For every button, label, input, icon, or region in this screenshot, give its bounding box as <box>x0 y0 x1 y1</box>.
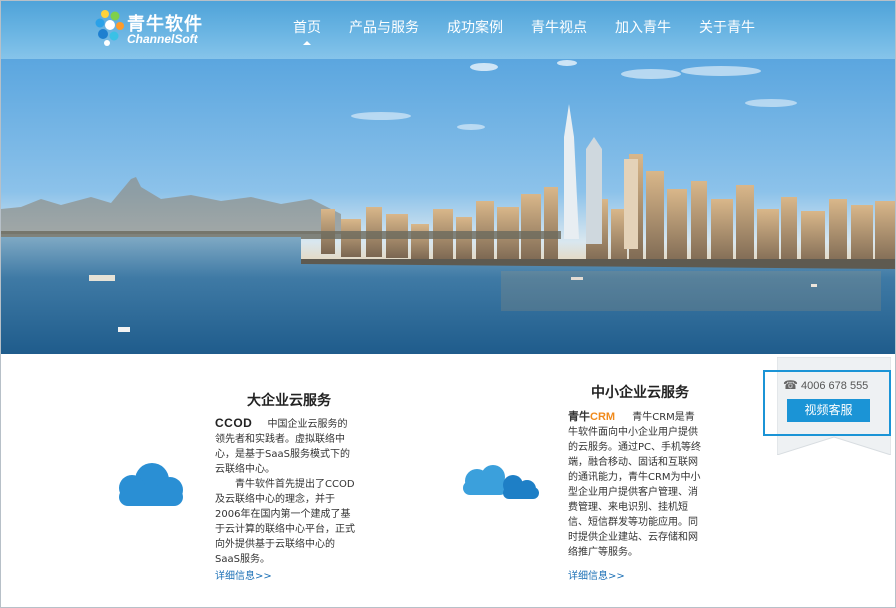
sme-title: 中小企业云服务 <box>591 385 689 401</box>
nav-success-cases[interactable]: 成功案例 <box>433 1 517 59</box>
sme-more-link[interactable]: 详细信息>> <box>568 567 625 582</box>
sme-description: 青牛CRM 青牛CRM是青 牛软件面向中小企业用户提供 的云服务。通过PC、手机… <box>568 411 702 558</box>
phone-number: 4006 678 555 <box>801 380 869 392</box>
site-header: 青牛软件 ChannelSoft 首页 产品与服务 成功案例 青牛视点 加入青牛… <box>1 1 895 59</box>
hero-banner-image <box>1 59 895 354</box>
nav-join-us[interactable]: 加入青牛 <box>601 1 685 59</box>
telephone-icon: ☎ <box>783 378 798 392</box>
large-enterprise-more-link[interactable]: 详细信息>> <box>215 567 272 582</box>
nav-home[interactable]: 首页 <box>279 1 335 59</box>
large-enterprise-title: 大企业云服务 <box>247 393 331 409</box>
large-enterprise-description: CCOD 中国企业云服务的 领先者和实践者。虚拟联络中 心，是基于SaaS服务模… <box>215 416 355 565</box>
logo-mark-icon <box>95 10 124 46</box>
qingniu-crm-brand-logo: 青牛CRM <box>568 411 616 423</box>
ccod-brand-logo: CCOD <box>215 416 253 430</box>
nav-about-us[interactable]: 关于青牛 <box>685 1 769 59</box>
phone-number-row: ☎ 4006 678 555 <box>783 378 868 392</box>
cloud-cluster-icon <box>463 465 539 499</box>
main-nav: 首页 产品与服务 成功案例 青牛视点 加入青牛 关于青牛 <box>279 1 769 59</box>
logo-english-text: ChannelSoft <box>127 32 198 46</box>
nav-products-services[interactable]: 产品与服务 <box>335 1 433 59</box>
page-frame: 青牛软件 ChannelSoft 首页 产品与服务 成功案例 青牛视点 加入青牛… <box>0 0 896 608</box>
video-support-button[interactable]: 视频客服 <box>787 399 870 422</box>
cloud-icon <box>119 463 183 506</box>
nav-viewpoints[interactable]: 青牛视点 <box>517 1 601 59</box>
site-logo[interactable]: 青牛软件 ChannelSoft <box>93 8 213 48</box>
